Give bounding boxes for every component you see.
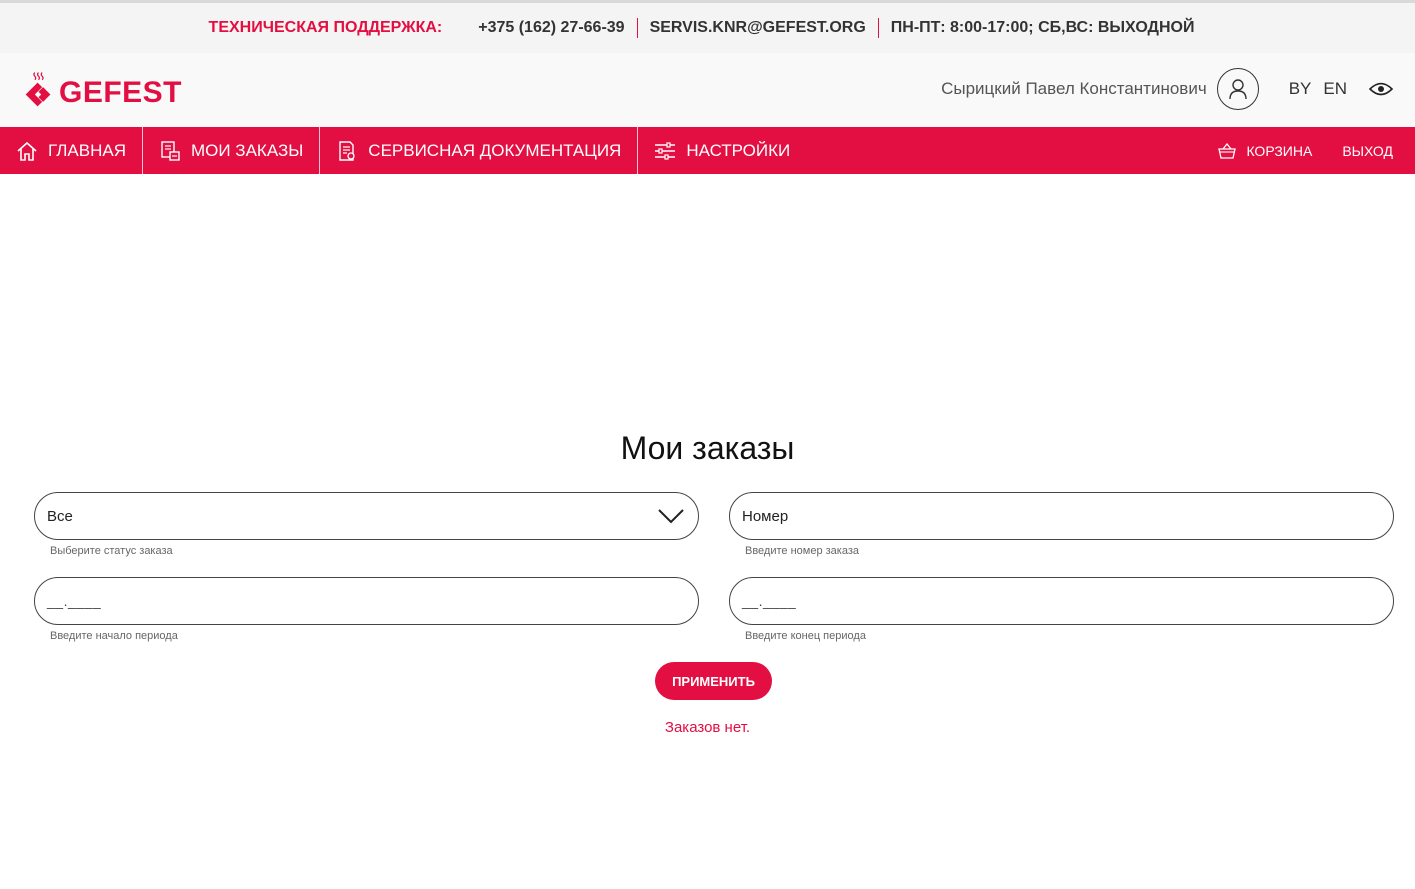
support-hours: ПН-ПТ: 8:00-17:00; СБ,ВС: ВЫХОДНОЙ	[890, 19, 1195, 36]
lang-by[interactable]: BY	[1289, 79, 1312, 99]
empty-orders-message: Заказов нет.	[664, 719, 751, 736]
cart-label: КОРЗИНА	[1246, 142, 1313, 159]
period-end-field[interactable]: __.____	[729, 577, 1394, 625]
user-icon	[1228, 79, 1247, 100]
logo-text: GEFEST	[58, 76, 182, 109]
eye-icon[interactable]	[1369, 81, 1393, 97]
apply-button[interactable]: ПРИМЕНИТЬ	[655, 662, 772, 700]
period-start-mask: __.____	[47, 593, 102, 609]
period-start-hint: Введите начало периода	[50, 630, 178, 642]
settings-sliders-icon	[655, 141, 676, 160]
support-phone[interactable]: +375 (162) 27-66-39	[466, 19, 636, 37]
period-start-field[interactable]: __.____	[34, 577, 699, 625]
nav-item-settings[interactable]: НАСТРОЙКИ	[638, 127, 806, 174]
user-avatar[interactable]	[1216, 68, 1259, 110]
order-number-input[interactable]	[742, 507, 1393, 525]
home-icon	[17, 141, 37, 161]
cart-link[interactable]: КОРЗИНА	[1210, 142, 1334, 159]
main-nav: ГЛАВНАЯ МОИ ЗАКАЗЫ СЕРВИСНАЯ ДОКУМЕНТАЦИ	[0, 127, 1415, 174]
orders-icon	[161, 140, 180, 161]
support-email[interactable]: SERVIS.KNR@GEFEST.ORG	[638, 19, 878, 37]
logout-link[interactable]: ВЫХОД	[1334, 143, 1415, 159]
period-end-hint: Введите конец периода	[745, 630, 866, 642]
nav-right: КОРЗИНА ВЫХОД	[1210, 127, 1415, 174]
basket-icon	[1218, 142, 1237, 159]
support-label: ТЕХНИЧЕСКАЯ ПОДДЕРЖКА:	[208, 19, 443, 36]
logout-label: ВЫХОД	[1342, 142, 1393, 159]
logo-flame-icon	[25, 72, 51, 107]
order-number-field[interactable]	[729, 492, 1394, 540]
order-status-value: Все	[47, 507, 73, 525]
support-bar: ТЕХНИЧЕСКАЯ ПОДДЕРЖКА: +375 (162) 27-66-…	[0, 0, 1415, 53]
nav-item-orders[interactable]: МОИ ЗАКАЗЫ	[143, 127, 319, 174]
chevron-down-icon	[658, 509, 684, 524]
lang-en[interactable]: EN	[1323, 79, 1347, 99]
page-title: Мои заказы	[620, 430, 795, 466]
nav-item-label: ГЛАВНАЯ	[48, 140, 126, 160]
period-end-mask: __.____	[742, 593, 797, 609]
user-name[interactable]: Сырицкий Павел Константинович	[941, 79, 1207, 99]
order-status-hint: Выберите статус заказа	[50, 545, 173, 557]
page: ТЕХНИЧЕСКАЯ ПОДДЕРЖКА: +375 (162) 27-66-…	[0, 0, 1415, 889]
nav-item-documentation[interactable]: СЕРВИСНАЯ ДОКУМЕНТАЦИЯ	[320, 127, 637, 174]
nav-item-home[interactable]: ГЛАВНАЯ	[0, 127, 142, 174]
gefest-logo[interactable]: GEFEST	[22, 68, 182, 110]
nav-item-label: СЕРВИСНАЯ ДОКУМЕНТАЦИЯ	[368, 140, 622, 160]
header: GEFEST Сырицкий Павел Константинович BY …	[0, 53, 1415, 127]
order-number-hint: Введите номер заказа	[745, 545, 860, 557]
documentation-icon	[339, 140, 355, 161]
nav-item-label: НАСТРОЙКИ	[686, 140, 791, 160]
order-status-select[interactable]: Все	[34, 492, 699, 540]
nav-item-label: МОИ ЗАКАЗЫ	[190, 140, 304, 160]
user-area: Сырицкий Павел Константинович BY EN	[941, 67, 1393, 111]
